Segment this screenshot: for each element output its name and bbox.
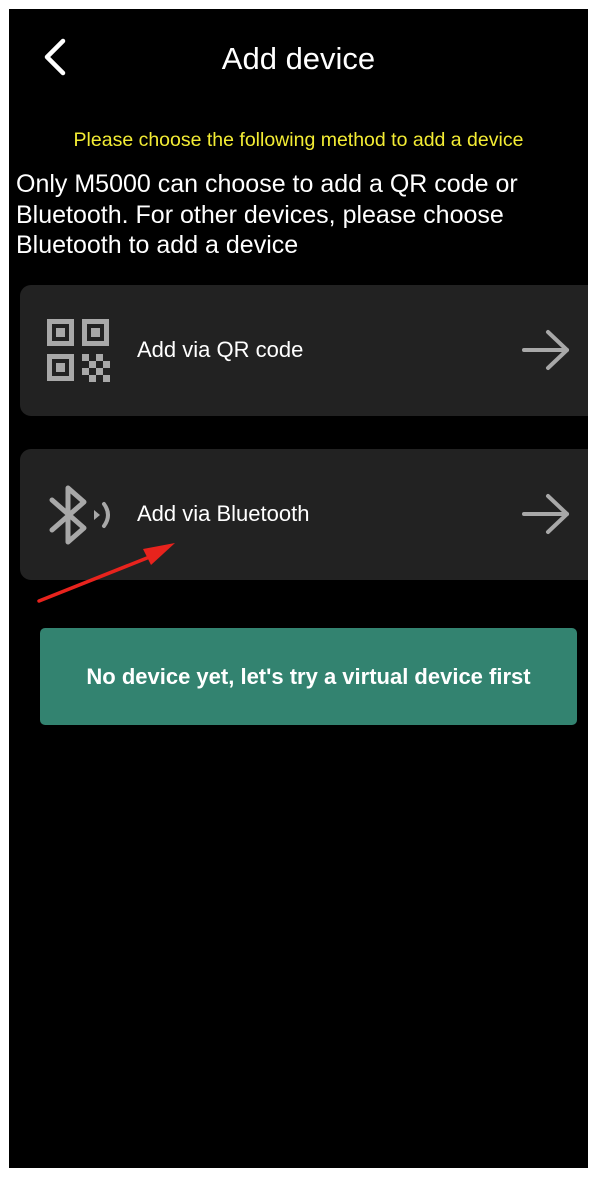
header: Add device <box>9 9 588 109</box>
option-label: Add via Bluetooth <box>137 501 310 526</box>
add-via-qr-code-option[interactable]: Add via QR code <box>20 285 588 416</box>
arrow-right-icon <box>522 494 569 534</box>
red-pointer-arrow-icon <box>37 543 175 603</box>
device-description: Only M5000 can choose to add a QR code o… <box>16 170 518 259</box>
app-screen: Add device Please choose the following m… <box>9 9 588 1168</box>
arrow-right-icon <box>522 330 569 370</box>
option-label: Add via QR code <box>137 337 304 362</box>
method-hint: Please choose the following method to ad… <box>73 129 524 151</box>
page-title: Add device <box>221 41 376 76</box>
try-virtual-device-button[interactable]: No device yet, let's try a virtual devic… <box>40 628 577 725</box>
qr-code-icon <box>47 319 110 382</box>
